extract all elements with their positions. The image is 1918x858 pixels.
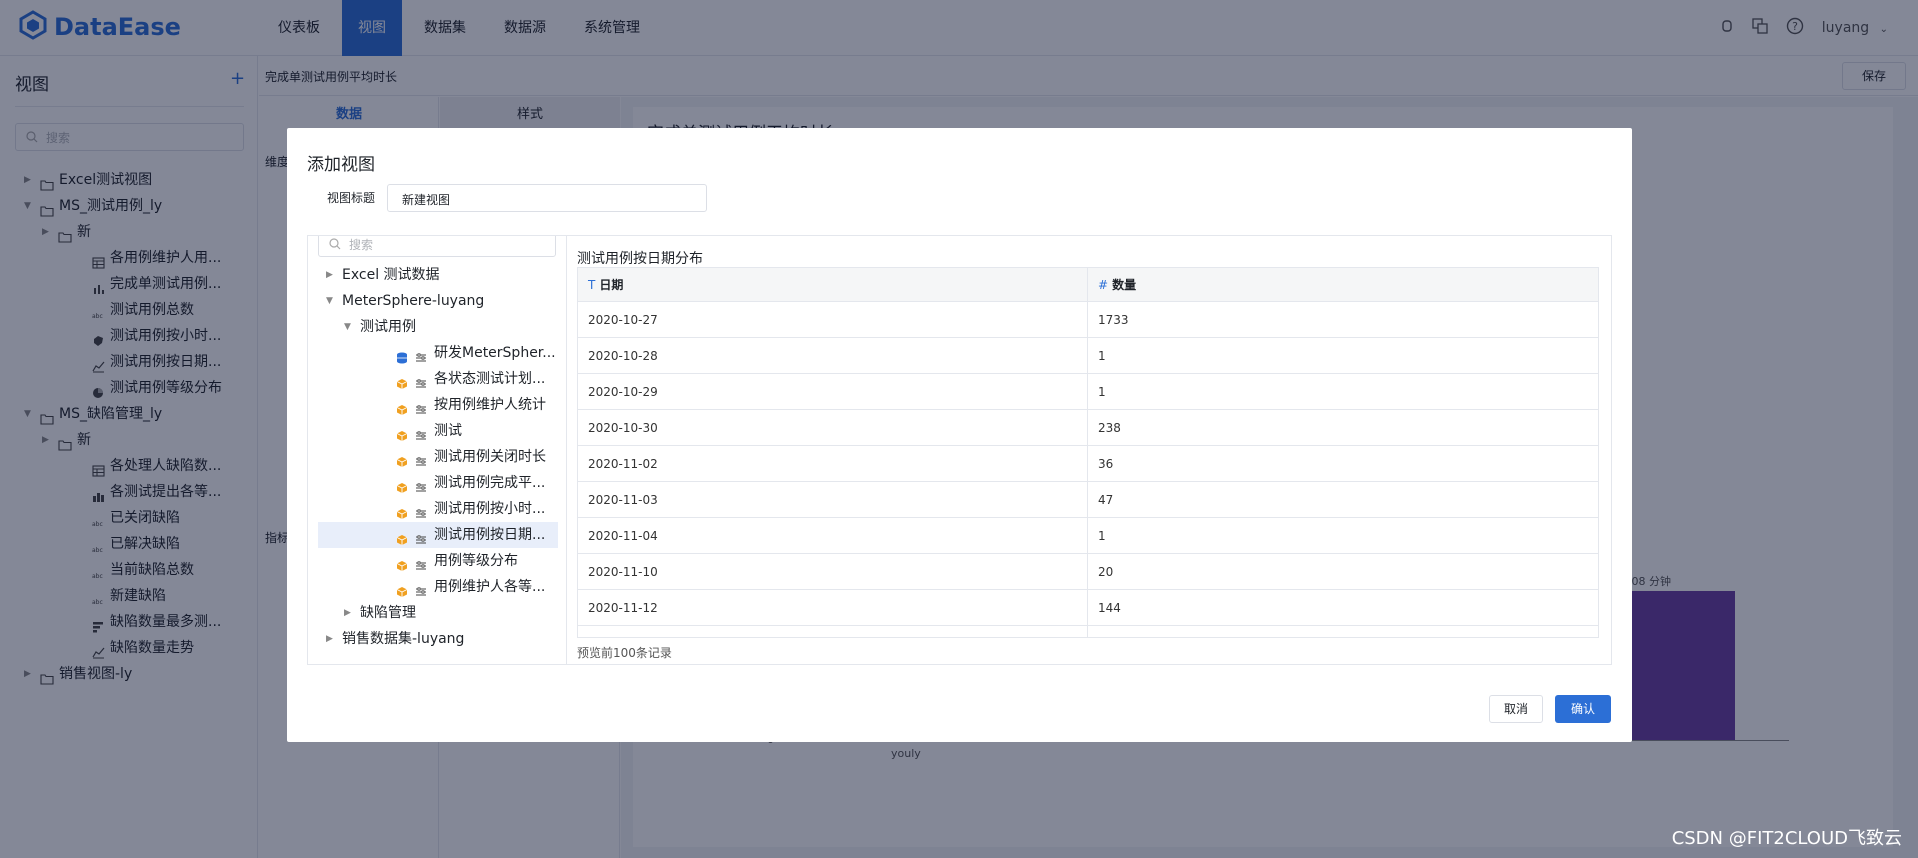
dataset-tree-item[interactable]: 按用例维护人统计 xyxy=(318,392,558,418)
count-cell: 47 xyxy=(1098,493,1114,507)
date-cell: 2020-11-02 xyxy=(578,446,1088,482)
count-cell: 1733 xyxy=(1098,313,1129,327)
count-cell: 36 xyxy=(1098,457,1114,471)
count-cell: 20 xyxy=(1098,565,1114,579)
column-header-count: # 数量 xyxy=(1088,268,1598,302)
watermark: CSDN @FIT2CLOUD飞致云 xyxy=(1671,828,1902,849)
table-row: 2020-11-02 36 xyxy=(578,446,1598,482)
dataset-tree-item[interactable]: ▶ 销售数据集-luyang xyxy=(318,626,558,652)
table-row: 2020-10-27 1733 xyxy=(578,302,1598,338)
tree-item-label: 测试用例按小时... xyxy=(434,501,546,517)
preview-table-title: 测试用例按日期分布 xyxy=(577,251,703,267)
confirm-button[interactable]: 确认 xyxy=(1555,695,1611,723)
tree-item-label: 按用例维护人统计 xyxy=(434,397,546,413)
tree-item-label: 测试 xyxy=(434,423,462,439)
date-cell: 2020-11-04 xyxy=(578,518,1088,554)
empty-cell xyxy=(1088,626,1598,637)
table-row: 2020-11-12 144 xyxy=(578,590,1598,626)
view-title-label: 视图标题 xyxy=(327,191,376,205)
tree-item-label: 各状态测试计划... xyxy=(434,371,546,387)
dataset-tree-item[interactable]: ▼ 测试用例 xyxy=(318,314,558,340)
dataset-tree-item[interactable]: 测试 xyxy=(318,418,558,444)
date-cell: 2020-11-03 xyxy=(578,482,1088,518)
dataset-tree-item[interactable]: ▶ Excel 测试数据 xyxy=(318,262,558,288)
dataset-tree: ▶ Excel 测试数据 ▼ MeterSphere-luyang ▼ 测试用例研发Met… xyxy=(318,262,558,652)
tree-item-label: 测试用例关闭时长 xyxy=(434,449,546,465)
number-type-icon: # xyxy=(1098,278,1109,292)
search-placeholder: 搜索 xyxy=(349,238,374,252)
tree-item-label: MeterSphere-luyang xyxy=(342,293,485,309)
dataset-tree-item[interactable]: 测试用例按小时... xyxy=(318,496,558,522)
dataset-tree-item[interactable]: ▼ MeterSphere-luyang xyxy=(318,288,558,314)
tree-item-label: 研发MeterSpher... xyxy=(434,345,556,361)
dataset-tree-item[interactable]: 测试用例完成平... xyxy=(318,470,558,496)
count-cell: 1 xyxy=(1098,385,1106,399)
caret-down-icon[interactable]: ▼ xyxy=(326,288,333,314)
dataset-tree-item[interactable]: 用例维护人各等... xyxy=(318,574,558,600)
count-cell: 238 xyxy=(1098,421,1121,435)
table-row: 2020-10-28 1 xyxy=(578,338,1598,374)
dataset-tree-item[interactable]: 各状态测试计划... xyxy=(318,366,558,392)
view-title-input[interactable]: 新建视图 xyxy=(387,184,707,212)
count-cell: 1 xyxy=(1098,529,1106,543)
column-header-date: T 日期 xyxy=(578,268,1088,302)
table-row: 2020-11-10 20 xyxy=(578,554,1598,590)
date-cell: 2020-10-27 xyxy=(578,302,1088,338)
cancel-button[interactable]: 取消 xyxy=(1489,695,1543,723)
tree-item-label: 测试用例 xyxy=(360,319,416,335)
caret-right-icon[interactable]: ▶ xyxy=(344,600,351,626)
table-row: 2020-11-03 47 xyxy=(578,482,1598,518)
table-row: 2020-11-04 1 xyxy=(578,518,1598,554)
table-body: 2020-10-27 1733 2020-10-28 1 2020-10-29 1 2020… xyxy=(578,302,1598,637)
tree-item-label: 用例等级分布 xyxy=(434,553,518,569)
count-cell: 1 xyxy=(1098,349,1106,363)
dataset-search-input[interactable]: 搜索 xyxy=(318,236,556,257)
dataset-tree-item[interactable]: 测试用例关闭时长 xyxy=(318,444,558,470)
count-cell: 144 xyxy=(1098,601,1121,615)
dataset-tree-panel: 搜索 ▶ Excel 测试数据 ▼ MeterSphere-luyang ▼ 测试用例研发… xyxy=(308,236,567,664)
preview-table[interactable]: T 日期 # 数量 2020-10-27 1733 2020-10-28 1 2020-10… xyxy=(577,267,1599,638)
empty-cell xyxy=(578,626,1088,637)
table-row-partial xyxy=(578,626,1598,637)
tree-item-label: 销售数据集-luyang xyxy=(342,631,465,647)
date-cell: 2020-10-29 xyxy=(578,374,1088,410)
date-cell: 2020-10-28 xyxy=(578,338,1088,374)
tree-item-label: 用例维护人各等... xyxy=(434,579,546,595)
table-row: 2020-10-30 238 xyxy=(578,410,1598,446)
table-header: T 日期 # 数量 xyxy=(578,268,1598,302)
caret-right-icon[interactable]: ▶ xyxy=(326,262,333,288)
dataset-tree-item-selected[interactable]: 测试用例按日期... xyxy=(318,522,558,548)
dataset-picker: 搜索 ▶ Excel 测试数据 ▼ MeterSphere-luyang ▼ 测试用例研发… xyxy=(307,235,1612,665)
dataset-tree-item[interactable]: ▶ 缺陷管理 xyxy=(318,600,558,626)
column-name: 日期 xyxy=(599,278,624,292)
date-cell: 2020-11-12 xyxy=(578,590,1088,626)
dataset-tree-item[interactable]: 研发MeterSpher... xyxy=(318,340,558,366)
date-cell: 2020-11-10 xyxy=(578,554,1088,590)
tree-item-label: Excel 测试数据 xyxy=(342,267,440,283)
search-icon xyxy=(329,238,341,253)
caret-right-icon[interactable]: ▶ xyxy=(326,626,333,652)
date-cell: 2020-10-30 xyxy=(578,410,1088,446)
tree-item-label: 测试用例按日期... xyxy=(434,527,546,543)
preview-panel: 测试用例按日期分布 T 日期 # 数量 2020-10-27 1733 2020-10-… xyxy=(568,236,1611,664)
table-row: 2020-10-29 1 xyxy=(578,374,1598,410)
dialog-title: 添加视图 xyxy=(307,155,375,175)
tree-item-label: 缺陷管理 xyxy=(360,605,416,621)
text-type-icon: T xyxy=(588,278,596,292)
add-view-dialog: 添加视图 视图标题 新建视图 搜索 ▶ Excel 测试数据 ▼ MeterSpher… xyxy=(287,128,1632,742)
preview-note: 预览前100条记录 xyxy=(577,646,672,660)
dataset-tree-item[interactable]: 用例等级分布 xyxy=(318,548,558,574)
tree-item-label: 测试用例完成平... xyxy=(434,475,546,491)
column-name: 数量 xyxy=(1112,278,1137,292)
caret-down-icon[interactable]: ▼ xyxy=(344,314,351,340)
